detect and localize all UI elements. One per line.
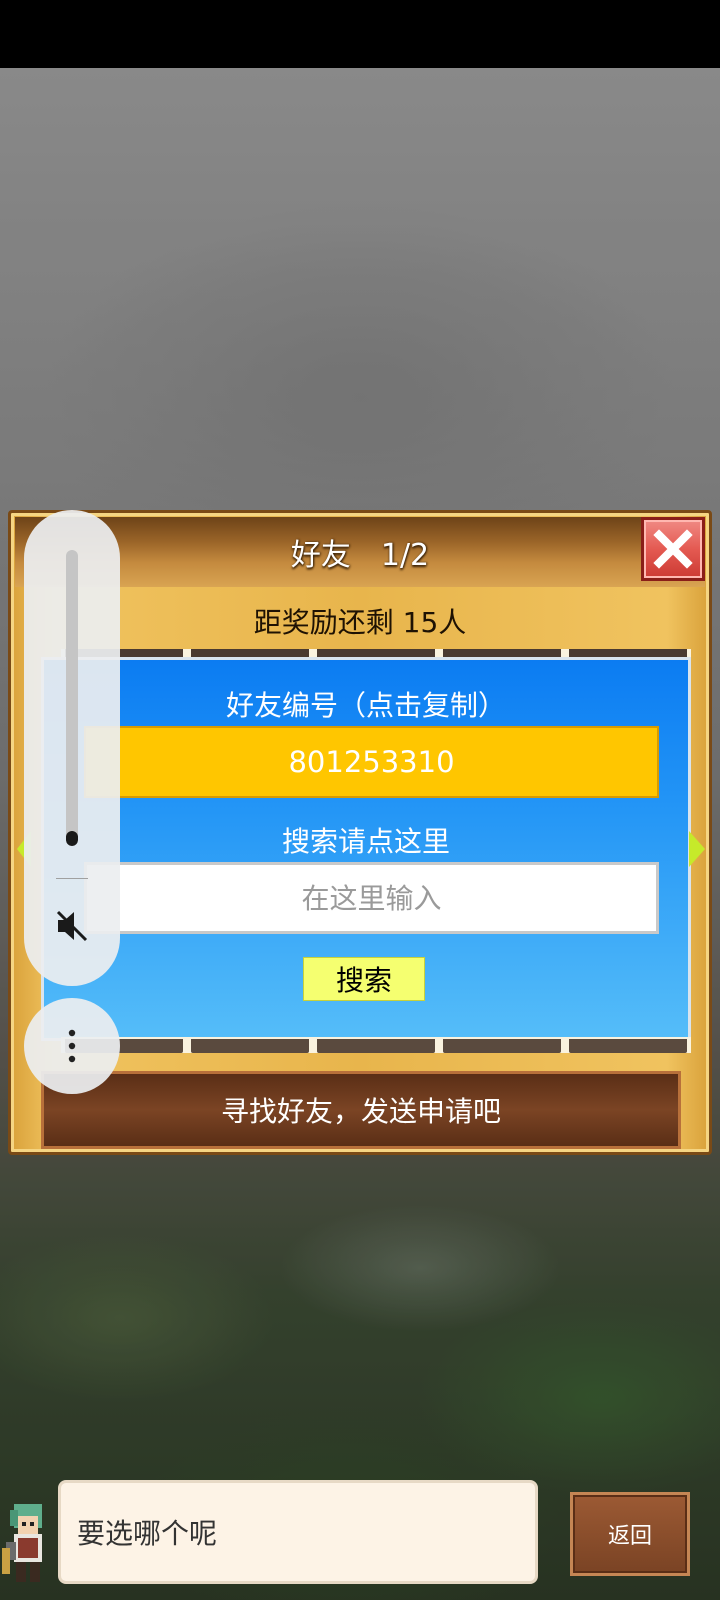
search-button[interactable]: 搜索 bbox=[303, 957, 425, 1001]
find-friends-banner: 寻找好友，发送申请吧 bbox=[41, 1071, 681, 1149]
character-avatar bbox=[2, 1504, 42, 1582]
more-vertical-icon bbox=[68, 1029, 76, 1063]
friend-id-copy-field[interactable]: 801253310 bbox=[84, 726, 659, 798]
volume-panel bbox=[24, 510, 120, 986]
next-page-arrow-icon[interactable] bbox=[689, 831, 705, 867]
search-input[interactable] bbox=[84, 862, 659, 934]
volume-slider[interactable] bbox=[66, 550, 78, 846]
friend-search-panel: 好友编号（点击复制） 801253310 搜索请点这里 搜索 bbox=[41, 657, 691, 1041]
status-bar bbox=[0, 0, 720, 68]
message-bubble: 要选哪个呢 bbox=[58, 1480, 538, 1584]
speaker-mute-icon[interactable] bbox=[54, 908, 90, 944]
friend-id-label: 好友编号（点击复制） bbox=[225, 689, 506, 722]
slot-strip-bottom bbox=[61, 1037, 691, 1053]
dialog-title: 好友 1/2 bbox=[290, 538, 430, 573]
back-button[interactable]: 返回 bbox=[570, 1492, 690, 1576]
volume-slider-fill bbox=[66, 831, 78, 846]
search-label: 搜索请点这里 bbox=[281, 825, 450, 858]
more-options-button[interactable] bbox=[24, 998, 120, 1094]
volume-divider bbox=[56, 878, 88, 879]
close-button[interactable] bbox=[641, 517, 705, 581]
close-icon bbox=[653, 529, 693, 569]
